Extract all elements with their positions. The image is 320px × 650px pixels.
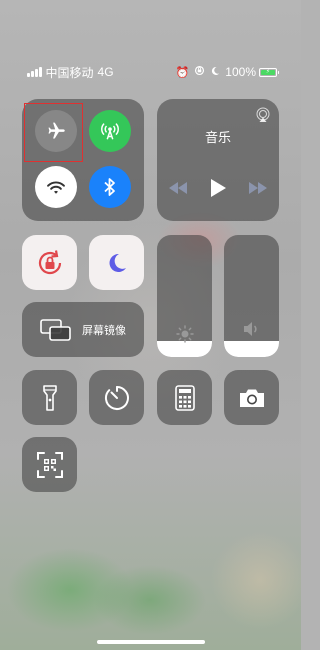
brightness-slider[interactable] [157,235,212,357]
volume-slider[interactable] [224,235,279,357]
play-icon[interactable] [210,179,226,197]
network-type: 4G [97,65,114,79]
volume-level-fill [224,341,279,357]
camera-icon [239,389,264,407]
timer-icon [104,385,129,410]
moon-icon [109,253,126,272]
cellular-signal-icon [27,67,42,77]
speaker-icon [243,322,257,336]
screen-mirroring-icon [40,318,71,341]
battery-percentage: 100% [225,65,256,79]
orientation-lock-button[interactable] [22,235,77,290]
camera-button[interactable] [224,370,279,425]
selection-highlight [24,103,83,162]
carrier-name: 中国移动 [45,65,94,80]
brightness-level-fill [157,341,212,357]
bluetooth-button[interactable] [89,166,131,208]
home-indicator[interactable] [97,640,205,644]
airplay-icon[interactable] [255,107,271,123]
wifi-icon [47,181,65,194]
music-title: 音乐 [204,130,231,145]
cellular-antenna-icon [101,123,119,140]
moon-icon [210,66,220,79]
orientation-lock-icon [38,249,61,274]
calculator-button[interactable] [157,370,212,425]
timer-button[interactable] [89,370,144,425]
screen-mirroring-button[interactable]: 屏幕镜像 [22,302,144,357]
flashlight-button[interactable] [22,370,77,425]
music-panel[interactable]: 音乐 [157,99,279,221]
qr-code-scanner-button[interactable] [22,437,77,492]
qr-code-scanner-icon [36,451,63,478]
wifi-button[interactable] [35,166,77,208]
next-track-icon[interactable] [249,182,267,194]
status-bar: 中国移动 4G ⏰ 100% ⚡ [27,64,279,80]
bluetooth-icon [104,178,115,196]
orientation-lock-icon [194,65,205,79]
flashlight-icon [42,384,57,411]
calculator-icon [174,384,195,411]
screen-mirroring-label: 屏幕镜像 [82,324,126,337]
sun-icon [175,325,194,343]
do-not-disturb-button[interactable] [89,235,144,290]
battery-charging-icon: ⚡ [259,67,279,77]
alarm-icon: ⏰ [175,66,190,79]
cellular-data-button[interactable] [89,110,131,152]
previous-track-icon[interactable] [169,182,187,194]
